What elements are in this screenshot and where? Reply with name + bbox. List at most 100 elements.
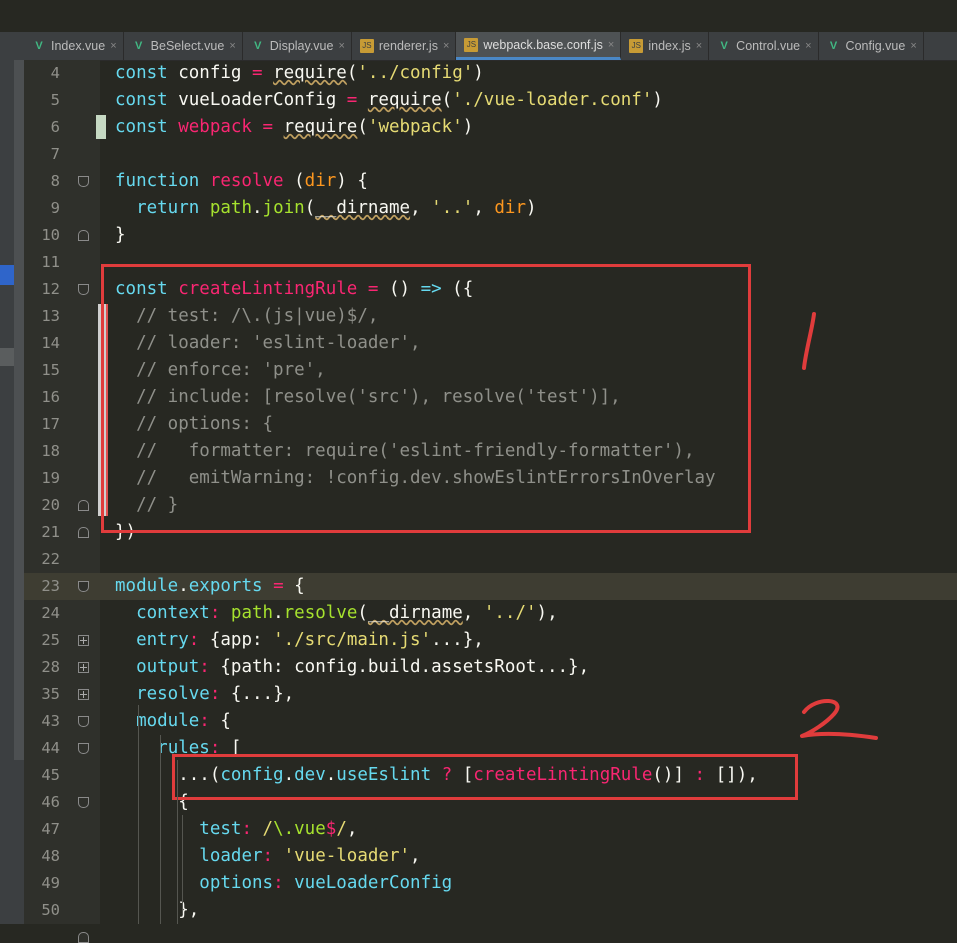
code-token: ...},	[431, 630, 484, 650]
code-token: function	[115, 171, 210, 191]
code-token: {app:	[209, 630, 274, 650]
tab-config-vue[interactable]: V Config.vue ×	[819, 32, 924, 60]
tab-index-js[interactable]: JS index.js ×	[621, 32, 710, 60]
tab-renderer-js[interactable]: JS renderer.js ×	[352, 32, 457, 60]
code-line[interactable]: 28 output: {path: config.build.assetsRoo…	[24, 654, 957, 681]
code-text: function resolve (dir) {	[115, 168, 368, 195]
tree-item-marker[interactable]	[0, 348, 14, 366]
expand-fold-icon[interactable]	[78, 635, 89, 646]
line-number: 46	[41, 793, 60, 811]
code-token: path	[230, 603, 274, 623]
code-token: =	[273, 576, 295, 596]
expand-fold-icon[interactable]	[78, 662, 89, 673]
code-token: './src/main.js'	[273, 630, 432, 650]
line-number: 21	[41, 523, 60, 541]
close-icon[interactable]: ×	[608, 39, 614, 51]
code-token: ,	[473, 198, 495, 218]
code-token: output	[136, 657, 200, 677]
code-token: (	[304, 198, 316, 218]
line-number: 47	[41, 820, 60, 838]
code-token: :	[209, 603, 231, 623]
editor-tab-bar: V Index.vue × V BeSelect.vue × V Display.vue × JS…	[0, 32, 957, 61]
tab-label: Config.vue	[845, 39, 906, 53]
code-token: },	[115, 900, 200, 920]
code-token: )	[652, 90, 663, 110]
code-token: (	[357, 603, 368, 623]
vue-file-icon: V	[134, 40, 143, 52]
code-line[interactable]: 4 const config = require('../config')	[24, 60, 957, 87]
code-text: module.exports = {	[115, 573, 305, 600]
code-line[interactable]: 22	[24, 546, 957, 573]
code-token: options	[199, 873, 274, 893]
code-line[interactable]: 5 const vueLoaderConfig = require('./vue-…	[24, 87, 957, 114]
close-icon[interactable]: ×	[910, 40, 916, 52]
code-line[interactable]: 25 entry: {app: './src/main.js'...},	[24, 627, 957, 654]
tab-display-vue[interactable]: V Display.vue ×	[243, 32, 352, 60]
code-token: require	[367, 90, 442, 110]
vue-file-icon: V	[720, 40, 728, 52]
code-line[interactable]: 7	[24, 141, 957, 168]
collapse-fold-icon[interactable]	[78, 932, 89, 943]
indent-guide	[182, 815, 183, 915]
tab-control-vue[interactable]: V Control.vue ×	[709, 32, 819, 60]
collapse-fold-icon[interactable]	[78, 743, 89, 754]
line-number: 28	[41, 658, 60, 676]
line-number: 19	[41, 469, 60, 487]
collapse-fold-icon[interactable]	[78, 284, 89, 295]
code-line[interactable]: 9 return path.join(__dirname, '..', dir)	[24, 195, 957, 222]
collapse-fold-icon[interactable]	[78, 581, 89, 592]
collapse-fold-icon[interactable]	[78, 527, 89, 538]
annotation-box-2	[172, 754, 798, 800]
code-token: ),	[536, 603, 558, 623]
close-icon[interactable]: ×	[229, 40, 235, 52]
close-icon[interactable]: ×	[338, 40, 344, 52]
collapse-fold-icon[interactable]	[78, 176, 89, 187]
tab-beselect-vue[interactable]: V BeSelect.vue ×	[124, 32, 243, 60]
code-line[interactable]: 10}	[24, 222, 957, 249]
tab-index-vue[interactable]: V Index.vue ×	[24, 32, 124, 60]
line-number: 44	[41, 739, 60, 757]
code-token: return	[136, 198, 210, 218]
close-icon[interactable]: ×	[696, 40, 702, 52]
close-icon[interactable]: ×	[805, 40, 811, 52]
code-line[interactable]: 8 function resolve (dir) {	[24, 168, 957, 195]
line-number: 13	[41, 307, 60, 325]
code-token: ,	[410, 198, 432, 218]
code-token: =	[251, 63, 274, 83]
close-icon[interactable]: ×	[110, 40, 116, 52]
code-token: /	[262, 819, 274, 839]
code-line[interactable]: 6 const webpack = require('webpack')	[24, 114, 957, 141]
code-line[interactable]: 23 module.exports = {	[24, 573, 957, 600]
code-line[interactable]: 47 test: /\.vue$/,	[24, 816, 957, 843]
selected-tree-item[interactable]	[0, 265, 14, 285]
code-token: module	[115, 576, 179, 596]
line-number: 15	[41, 361, 60, 379]
code-token: context	[136, 603, 210, 623]
code-token: require	[283, 117, 358, 137]
code-token: ,	[346, 819, 358, 839]
code-token: const	[115, 117, 179, 137]
code-token: const	[115, 63, 179, 83]
code-line[interactable]: 49 options: vueLoaderConfig	[24, 870, 957, 897]
line-number: 18	[41, 442, 60, 460]
code-text: const config = require('../config')	[115, 60, 484, 87]
code-line[interactable]: 48 loader: 'vue-loader',	[24, 843, 957, 870]
project-panel-scrollbar[interactable]	[14, 60, 24, 760]
expand-fold-icon[interactable]	[78, 689, 89, 700]
tab-webpack-base-conf-js[interactable]: JS webpack.base.conf.js ×	[456, 32, 622, 60]
collapse-fold-icon[interactable]	[78, 716, 89, 727]
annotation-label-2: 2	[790, 690, 791, 691]
collapse-fold-icon[interactable]	[78, 797, 89, 808]
collapse-fold-icon[interactable]	[78, 500, 89, 511]
close-icon[interactable]: ×	[443, 40, 449, 52]
code-line[interactable]: 24 context: path.resolve(__dirname, '../…	[24, 600, 957, 627]
collapse-fold-icon[interactable]	[78, 230, 89, 241]
line-number: 48	[41, 847, 60, 865]
code-token: loader	[199, 846, 263, 866]
code-line[interactable]: 50 },	[24, 897, 957, 924]
code-token: test	[199, 819, 242, 839]
